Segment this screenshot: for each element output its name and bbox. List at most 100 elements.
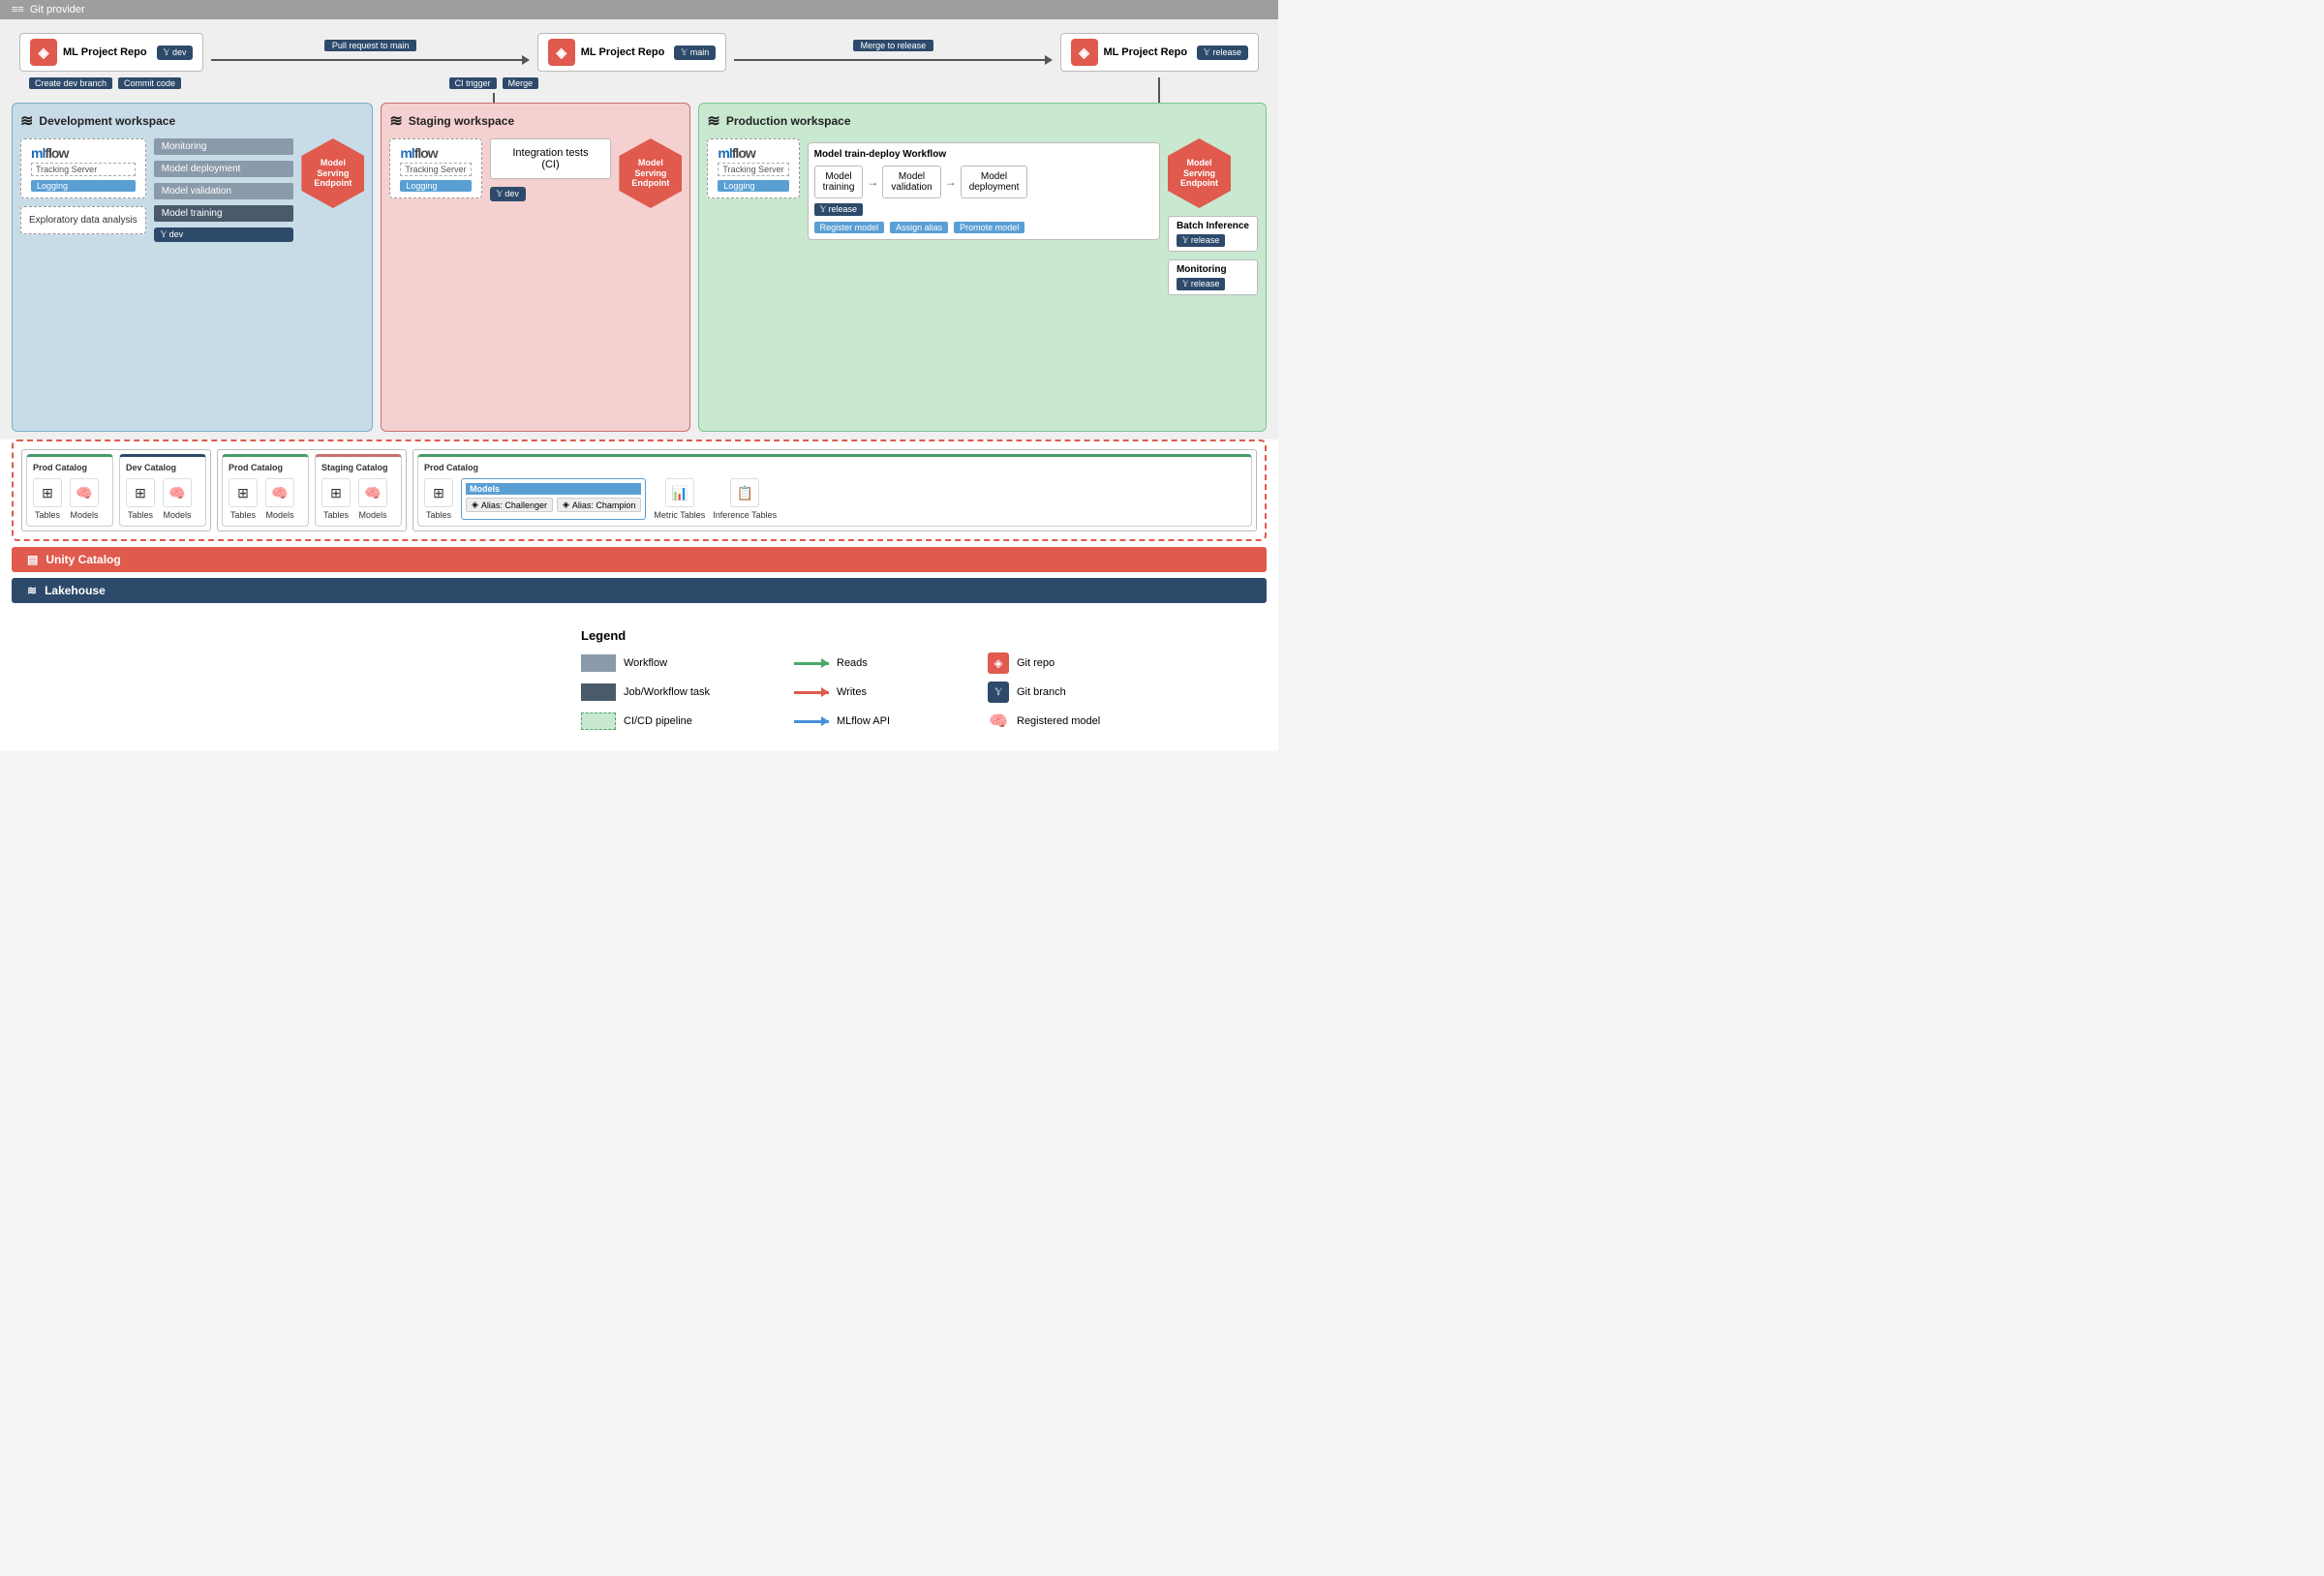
tables-icon-3: ⊞ [229,478,258,507]
models-alias-box: Models ◈ Alias: Challenger ◈ Alias: Cham… [461,478,646,520]
prod-mlflow-col: mlflow Tracking Server Logging [707,138,799,198]
staging-content: mlflow Tracking Server Logging Integrati… [389,138,682,208]
git-provider-label: Git provider [30,4,85,15]
arrow-1: → [867,175,878,189]
models-icon-2: 🧠 [163,478,192,507]
connector-merge: Merge to release [726,40,1059,65]
legend-git-repo-icon: ◈ [988,652,1009,674]
staging-center-col: Integration tests (CI) 𝕐 dev [490,138,612,201]
branch-icon-main: 𝕐 [681,47,687,58]
workspace-staging-title: ≋ Staging workspace [389,111,682,131]
mlflow-staging: mlflow Tracking Server Logging [389,138,481,198]
mlflow-dev: mlflow Tracking Server Logging [20,138,146,198]
prod-catalog-3-tables: ⊞ Tables [424,478,453,520]
legend-mlflow-line [794,720,829,723]
legend-jobtask-label: Job/Workflow task [624,686,710,698]
dev-step-deployment: Model deployment [154,161,294,177]
tables-icon-1: ⊞ [33,478,62,507]
legend-jobtask-box [581,683,616,701]
alias-champion: ◈ Alias: Champion [557,498,641,512]
integration-tests-label: Integration tests (CI) [512,147,588,170]
legend-cicd-box [581,712,616,730]
prod-catalog-3-metric-tables: 📊 Metric Tables [654,478,705,520]
dev-content: mlflow Tracking Server Logging Explorato… [20,138,364,242]
monitoring-label: Monitoring [1177,264,1249,275]
dev-sub-labels: Create dev branch Commit code [29,77,181,89]
legend-grid: Workflow Reads ◈ Git repo Job/Workflow t… [581,652,1259,732]
legend-reads-label: Reads [837,657,868,669]
legend-reads-line [794,662,829,665]
workspace-prod-icon: ≋ [707,111,719,131]
prod-catalog-1-models: 🧠 Models [70,478,99,520]
prod-content: mlflow Tracking Server Logging Model tra… [707,138,1258,295]
repo-release: ◈ ML Project Repo 𝕐 release [1060,33,1260,72]
model-actions: Register model Assign alias Promote mode… [814,222,1153,233]
batch-release-badge: 𝕐 release [1177,234,1225,247]
legend-workflow: Workflow [581,652,775,674]
workspace-dev: ≋ Development workspace mlflow Tracking … [12,103,373,432]
workspace-dev-title: ≋ Development workspace [20,111,364,131]
merge-line [734,55,1052,65]
monitoring-box: Monitoring 𝕐 release [1168,259,1258,295]
tracking-server-staging: Tracking Server [400,163,471,176]
prod-serving-endpoint: ModelServingEndpoint [1168,138,1231,208]
staging-endpoint-col: ModelServingEndpoint [619,138,682,208]
tracking-server-prod: Tracking Server [718,163,788,176]
pr-line [211,55,529,65]
legend-git-branch-icon: 𝕐 [988,682,1009,703]
prod-right-col: ModelServingEndpoint Batch Inference 𝕐 r… [1168,138,1258,295]
staging-branch-badge: 𝕐 dev [490,187,526,201]
staging-catalog-1-items: ⊞ Tables 🧠 Models [321,478,395,520]
git-flow-section: ◈ ML Project Repo 𝕐 dev Pull request to … [0,19,1278,95]
model-train-deploy-title: Model train-deploy Workflow [814,149,1153,160]
workspace-staging-icon: ≋ [389,111,402,131]
catalog-row: Prod Catalog ⊞ Tables 🧠 Models Dev Catal… [21,449,1257,531]
dev-catalogs: Prod Catalog ⊞ Tables 🧠 Models Dev Catal… [21,449,211,531]
integration-tests-box: Integration tests (CI) [490,138,612,179]
dev-catalog-1-models: 🧠 Models [163,478,192,520]
legend-git-repo-label: Git repo [1017,657,1055,669]
dev-step-training: Model training [154,205,294,222]
prod-release-badge: 𝕐 release [814,203,863,216]
logging-dev: Logging [31,180,136,192]
models-icon-1: 🧠 [70,478,99,507]
register-model-badge: Register model [814,222,885,233]
workspaces-row: ≋ Development workspace mlflow Tracking … [0,95,1278,439]
legend-git-repo: ◈ Git repo [988,652,1162,674]
champion-icon: ◈ [563,500,569,510]
legend-title: Legend [581,628,1259,643]
legend-model-icon: 🧠 [988,711,1009,732]
metric-tables-icon: 📊 [665,478,694,507]
staging-mlflow-col: mlflow Tracking Server Logging [389,138,481,198]
git-provider-icon: ≡≡ [12,4,24,15]
unity-catalog-icon: ▤ [27,553,38,566]
promote-model-badge: Promote model [954,222,1024,233]
dev-endpoint-col: ModelServingEndpoint [301,138,364,208]
tables-icon-4: ⊞ [321,478,351,507]
legend-workflow-label: Workflow [624,657,667,669]
legend-area: Legend Workflow Reads ◈ Git repo Job/Wor… [0,609,1278,751]
dev-catalog-1-items: ⊞ Tables 🧠 Models [126,478,199,520]
tables-icon-2: ⊞ [126,478,155,507]
train-step-validation: Modelvalidation [882,166,940,198]
branch-badge-release: 𝕐 release [1197,45,1248,60]
monitoring-release-badge: 𝕐 release [1177,278,1225,290]
legend-reads: Reads [794,652,968,674]
logging-staging: Logging [400,180,471,192]
legend-registered-model: 🧠 Registered model [988,711,1162,732]
legend-cicd: CI/CD pipeline [581,711,775,732]
dev-left-col: mlflow Tracking Server Logging Explorato… [20,138,146,234]
legend-writes: Writes [794,682,968,703]
models-icon-4: 🧠 [358,478,387,507]
train-step-training: Modeltraining [814,166,864,198]
repo-dev-name: ML Project Repo [63,46,147,58]
workspace-staging: ≋ Staging workspace mlflow Tracking Serv… [381,103,690,432]
dev-workflow-col: Monitoring Model deployment Model valida… [154,138,294,242]
mlflow-logo-dev: mlflow [31,145,136,161]
dev-catalog-1-tables: ⊞ Tables [126,478,155,520]
branch-badge-main: 𝕐 main [674,45,716,60]
challenger-icon: ◈ [472,500,478,510]
models-alias-title: Models [466,483,641,495]
unity-catalog-label: Unity Catalog [46,553,120,566]
workspace-prod-title: ≋ Production workspace [707,111,1258,131]
